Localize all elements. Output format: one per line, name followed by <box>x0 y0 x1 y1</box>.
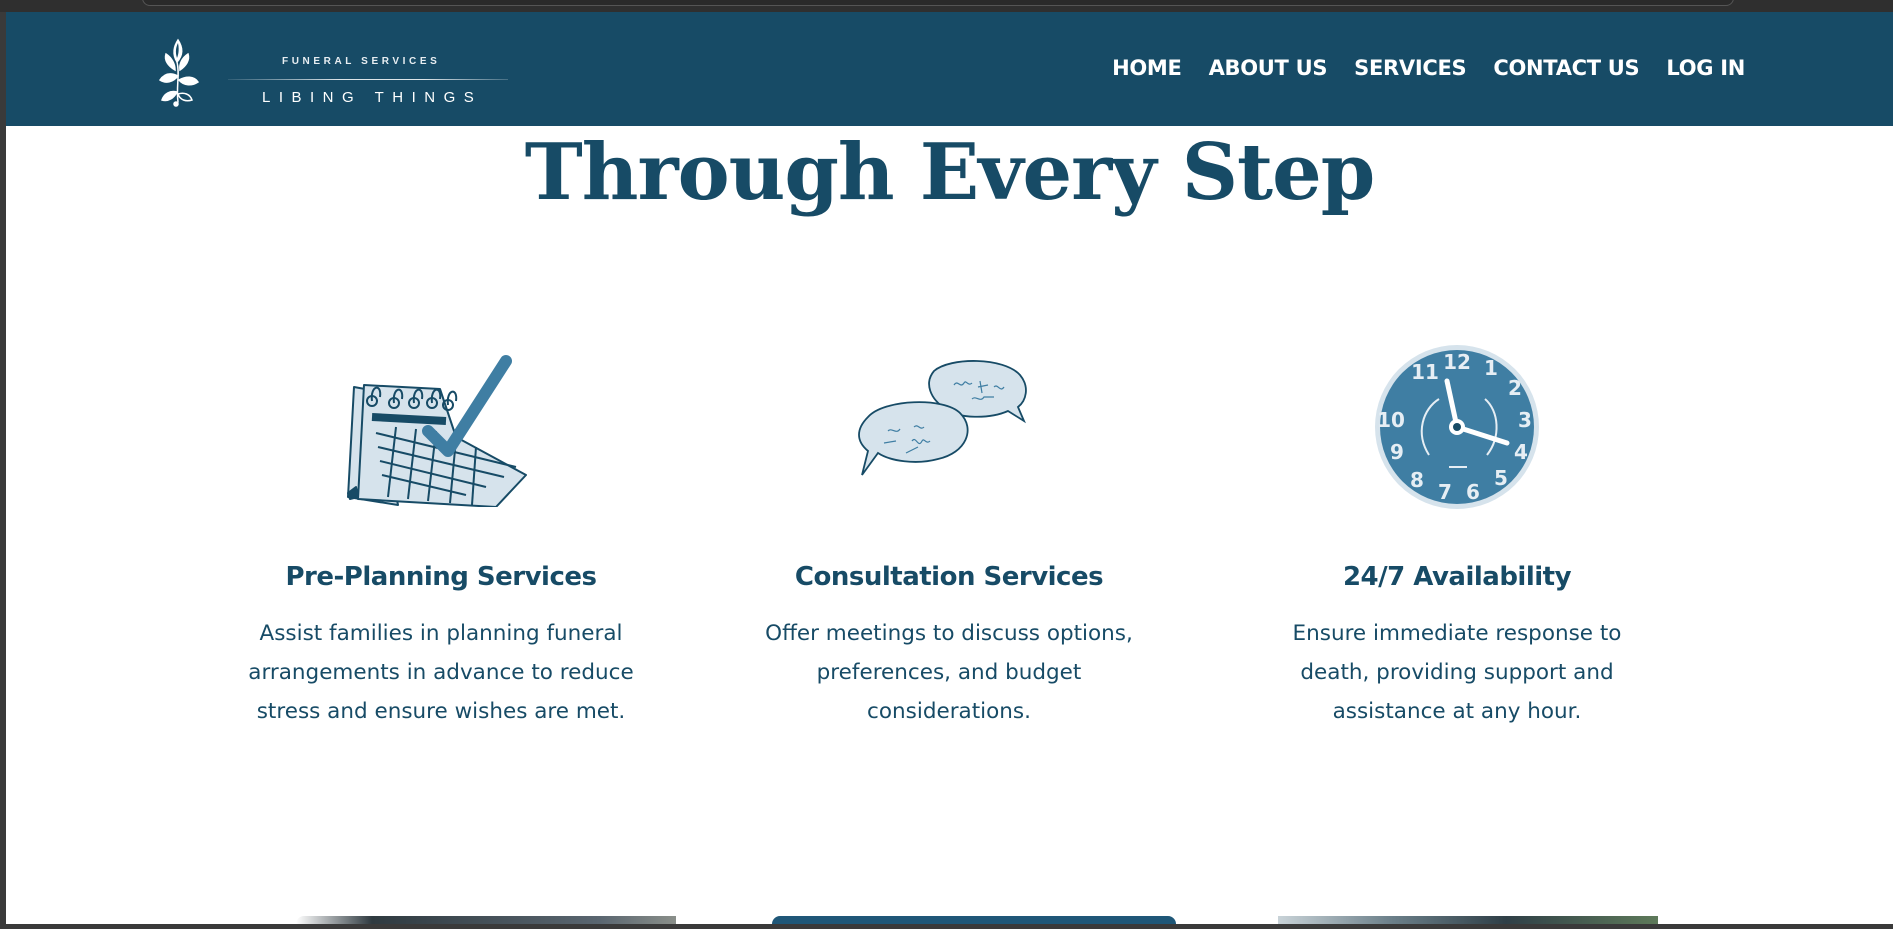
nav-home[interactable]: HOME <box>1112 56 1182 80</box>
service-card-consultation: Consultation Services Offer meetings to … <box>739 332 1159 731</box>
svg-text:12: 12 <box>1443 350 1471 374</box>
svg-text:7: 7 <box>1438 480 1452 504</box>
leaf-sprig-icon <box>158 38 200 107</box>
nav-contact-us[interactable]: CONTACT US <box>1493 56 1639 80</box>
svg-text:5: 5 <box>1494 466 1508 490</box>
browser-address-bar <box>142 0 1734 6</box>
svg-text:3: 3 <box>1518 408 1532 432</box>
site-logo[interactable]: FUNERAL SERVICES LIBING THINGS <box>142 32 512 112</box>
nav-log-in[interactable]: LOG IN <box>1666 56 1745 80</box>
image-tile-peek <box>772 916 1176 924</box>
svg-text:9: 9 <box>1390 440 1404 464</box>
service-title: Consultation Services <box>794 562 1104 592</box>
calendar-check-icon <box>347 355 527 507</box>
speech-bubbles-icon <box>858 360 1027 476</box>
nav-services[interactable]: SERVICES <box>1354 56 1466 80</box>
svg-text:1: 1 <box>1484 356 1498 380</box>
web-page: FUNERAL SERVICES LIBING THINGS HOME ABOU… <box>6 12 1893 924</box>
svg-text:6: 6 <box>1466 480 1480 504</box>
section-headline: Through Every Step <box>524 127 1375 218</box>
svg-text:8: 8 <box>1410 468 1424 492</box>
service-description: Assist families in planning funeral arra… <box>248 621 634 724</box>
image-tile-peek <box>1278 916 1658 924</box>
main-nav: HOME ABOUT US SERVICES CONTACT US LOG IN <box>1112 56 1745 80</box>
clock-icon: 12 1 2 3 4 5 6 7 8 9 10 11 <box>1375 345 1539 509</box>
service-card-availability: 12 1 2 3 4 5 6 7 8 9 10 11 24/7 Availabi… <box>1247 332 1667 731</box>
service-card-pre-planning: Pre-Planning Services Assist families in… <box>231 332 651 731</box>
svg-text:10: 10 <box>1377 408 1405 432</box>
logo-divider <box>228 79 508 80</box>
service-title: Pre-Planning Services <box>285 562 597 592</box>
service-description: Offer meetings to discuss options, prefe… <box>765 621 1133 724</box>
site-header: FUNERAL SERVICES LIBING THINGS HOME ABOU… <box>6 12 1893 126</box>
image-tile-peek <box>296 916 676 924</box>
service-description: Ensure immediate response to death, prov… <box>1292 621 1622 724</box>
svg-text:2: 2 <box>1508 376 1522 400</box>
service-title: 24/7 Availability <box>1342 562 1572 592</box>
nav-about-us[interactable]: ABOUT US <box>1209 56 1328 80</box>
svg-text:4: 4 <box>1514 440 1528 464</box>
browser-top-strip <box>0 0 1893 12</box>
logo-name: LIBING THINGS <box>262 89 483 106</box>
logo-tagline: FUNERAL SERVICES <box>282 56 441 67</box>
svg-text:11: 11 <box>1411 360 1439 384</box>
